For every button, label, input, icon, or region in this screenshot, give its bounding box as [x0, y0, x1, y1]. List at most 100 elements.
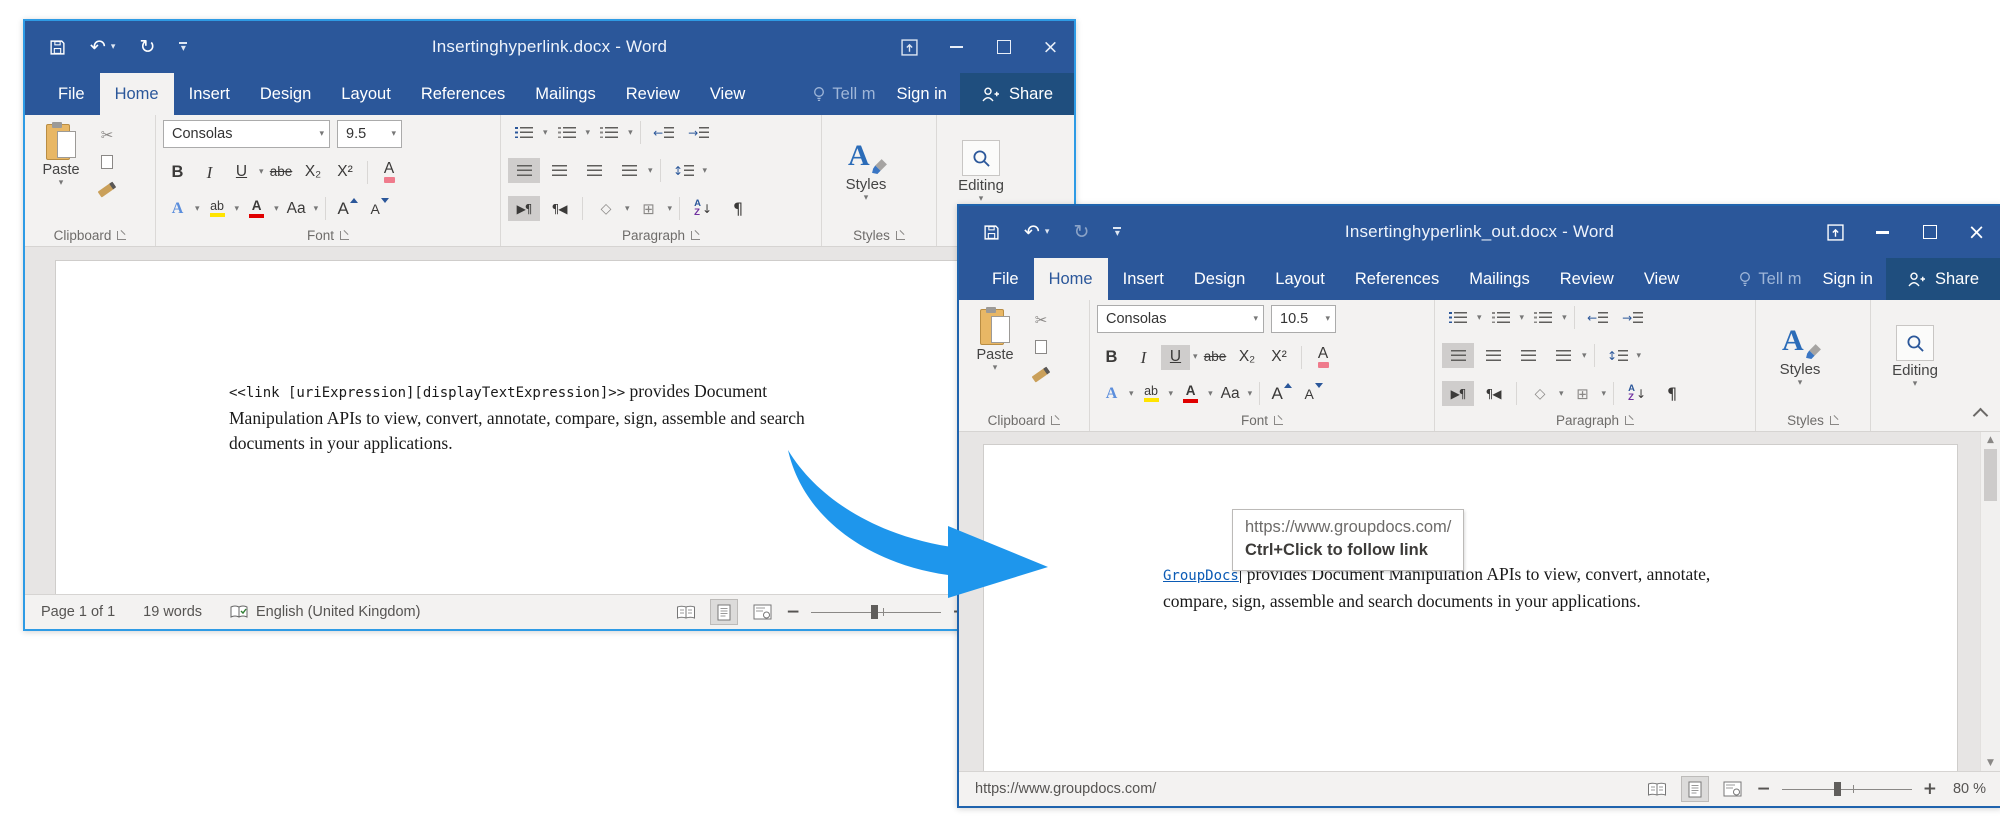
- tab-mailings[interactable]: Mailings: [520, 73, 611, 115]
- borders-button[interactable]: ⊞: [633, 196, 665, 221]
- highlight-button[interactable]: ab: [1137, 381, 1166, 406]
- save-button[interactable]: [983, 224, 1000, 241]
- undo-caret-icon[interactable]: ▾: [1045, 228, 1050, 237]
- shrink-font-button[interactable]: A: [365, 196, 394, 221]
- shrink-font-button[interactable]: A: [1299, 381, 1328, 406]
- styles-caret-icon[interactable]: ▾: [1798, 378, 1803, 388]
- tab-layout[interactable]: Layout: [1260, 258, 1340, 300]
- maximize-button[interactable]: [1906, 206, 1953, 258]
- increase-indent-button[interactable]: →: [683, 120, 715, 145]
- text-effects-caret-icon[interactable]: ▾: [1129, 389, 1134, 399]
- editing-caret-icon[interactable]: ▾: [979, 194, 984, 204]
- numbering-caret-icon[interactable]: ▾: [1520, 313, 1525, 323]
- tab-file[interactable]: File: [43, 73, 100, 115]
- sign-in-button[interactable]: Sign in: [884, 73, 960, 115]
- underline-caret-icon[interactable]: ▾: [259, 167, 264, 177]
- rtl-direction-button[interactable]: ¶◀: [1477, 381, 1509, 406]
- numbering-button[interactable]: [1485, 305, 1517, 330]
- tab-design[interactable]: Design: [245, 73, 326, 115]
- align-right-button[interactable]: [1512, 343, 1544, 368]
- sign-in-button[interactable]: Sign in: [1810, 258, 1886, 300]
- editing-caret-icon[interactable]: ▾: [1913, 379, 1918, 389]
- show-formatting-marks-button[interactable]: ¶: [722, 196, 754, 221]
- superscript-button[interactable]: X²: [331, 160, 360, 185]
- font-color-caret-icon[interactable]: ▾: [274, 204, 279, 214]
- highlight-caret-icon[interactable]: ▾: [235, 204, 240, 214]
- text-effects-caret-icon[interactable]: ▾: [195, 204, 200, 214]
- title-bar[interactable]: ↶▾ ↻ ▾ Insertinghyperlink.docx - Word ×: [25, 21, 1074, 73]
- tab-review[interactable]: Review: [1545, 258, 1629, 300]
- web-layout-button[interactable]: [749, 600, 775, 624]
- align-right-button[interactable]: [578, 158, 610, 183]
- ribbon-display-options-button[interactable]: [886, 21, 933, 73]
- tab-insert[interactable]: Insert: [174, 73, 245, 115]
- sort-button[interactable]: AZ↓: [1621, 381, 1653, 406]
- dialog-launcher-icon[interactable]: [1051, 416, 1060, 425]
- zoom-percentage[interactable]: 80 %: [1948, 781, 1986, 797]
- multilevel-caret-icon[interactable]: ▾: [628, 128, 633, 138]
- paste-button[interactable]: Paste ▾: [966, 305, 1024, 409]
- align-left-button[interactable]: [1442, 343, 1474, 368]
- read-mode-button[interactable]: [1644, 777, 1670, 801]
- superscript-button[interactable]: X²: [1265, 345, 1294, 370]
- paste-caret-icon[interactable]: ▾: [59, 178, 64, 188]
- shading-caret-icon[interactable]: ▾: [1559, 389, 1564, 399]
- borders-caret-icon[interactable]: ▾: [668, 204, 673, 214]
- font-size-combo[interactable]: 10.5▾: [1271, 305, 1336, 333]
- print-layout-button[interactable]: [710, 599, 738, 625]
- zoom-slider[interactable]: [1782, 781, 1912, 797]
- font-size-combo[interactable]: 9.5▾: [337, 120, 402, 148]
- tab-file[interactable]: File: [977, 258, 1034, 300]
- grow-font-button[interactable]: A: [333, 196, 362, 221]
- underline-button[interactable]: U: [227, 160, 256, 185]
- text-effects-button[interactable]: A: [163, 196, 192, 221]
- shading-button[interactable]: ◇: [590, 196, 622, 221]
- bullets-caret-icon[interactable]: ▾: [1477, 313, 1482, 323]
- document-area[interactable]: <<link [uriExpression][displayTextExpres…: [25, 247, 1074, 594]
- minimize-button[interactable]: [1859, 206, 1906, 258]
- styles-caret-icon[interactable]: ▾: [864, 193, 869, 203]
- line-spacing-caret-icon[interactable]: ▾: [703, 166, 708, 176]
- format-painter-button[interactable]: [96, 180, 118, 198]
- tab-layout[interactable]: Layout: [326, 73, 406, 115]
- editing-button[interactable]: Editing ▾: [1878, 305, 1952, 409]
- bullets-button[interactable]: [508, 120, 540, 145]
- line-spacing-button[interactable]: ↕: [668, 158, 700, 183]
- tab-references[interactable]: References: [406, 73, 520, 115]
- copy-button[interactable]: [1030, 338, 1052, 356]
- undo-caret-icon[interactable]: ▾: [111, 43, 116, 52]
- bullets-caret-icon[interactable]: ▾: [543, 128, 548, 138]
- paste-button[interactable]: Paste ▾: [32, 120, 90, 224]
- align-center-button[interactable]: [1477, 343, 1509, 368]
- show-formatting-marks-button[interactable]: ¶: [1656, 381, 1688, 406]
- document-area[interactable]: GroupDocs provides Document Manipulation…: [959, 432, 2000, 771]
- document-page[interactable]: <<link [uriExpression][displayTextExpres…: [55, 260, 1074, 594]
- scroll-down-icon[interactable]: ▼: [1987, 758, 1994, 768]
- line-spacing-button[interactable]: ↕: [1602, 343, 1634, 368]
- align-center-button[interactable]: [543, 158, 575, 183]
- redo-button[interactable]: ↻: [139, 38, 155, 57]
- font-name-combo[interactable]: Consolas▾: [163, 120, 330, 148]
- ltr-direction-button[interactable]: ▶¶: [1442, 381, 1474, 406]
- paste-caret-icon[interactable]: ▾: [993, 363, 998, 373]
- dialog-launcher-icon[interactable]: [896, 231, 905, 240]
- multilevel-caret-icon[interactable]: ▾: [1562, 313, 1567, 323]
- dialog-launcher-icon[interactable]: [1625, 416, 1634, 425]
- language-label[interactable]: English (United Kingdom): [256, 604, 420, 620]
- numbering-button[interactable]: [551, 120, 583, 145]
- dialog-launcher-icon[interactable]: [117, 231, 126, 240]
- web-layout-button[interactable]: [1720, 777, 1746, 801]
- highlight-button[interactable]: ab: [203, 196, 232, 221]
- italic-button[interactable]: I: [195, 160, 224, 185]
- change-case-caret-icon[interactable]: ▾: [1248, 389, 1253, 399]
- grow-font-button[interactable]: A: [1267, 381, 1296, 406]
- zoom-out-button[interactable]: −: [1757, 779, 1771, 799]
- change-case-button[interactable]: Aa: [282, 196, 311, 221]
- highlight-caret-icon[interactable]: ▾: [1169, 389, 1174, 399]
- align-left-button[interactable]: [508, 158, 540, 183]
- clear-formatting-button[interactable]: A: [1309, 345, 1338, 370]
- page-indicator[interactable]: Page 1 of 1: [41, 604, 115, 620]
- share-button[interactable]: Share: [1886, 258, 2000, 300]
- tell-me-box[interactable]: Tell m: [805, 73, 883, 115]
- ltr-direction-button[interactable]: ▶¶: [508, 196, 540, 221]
